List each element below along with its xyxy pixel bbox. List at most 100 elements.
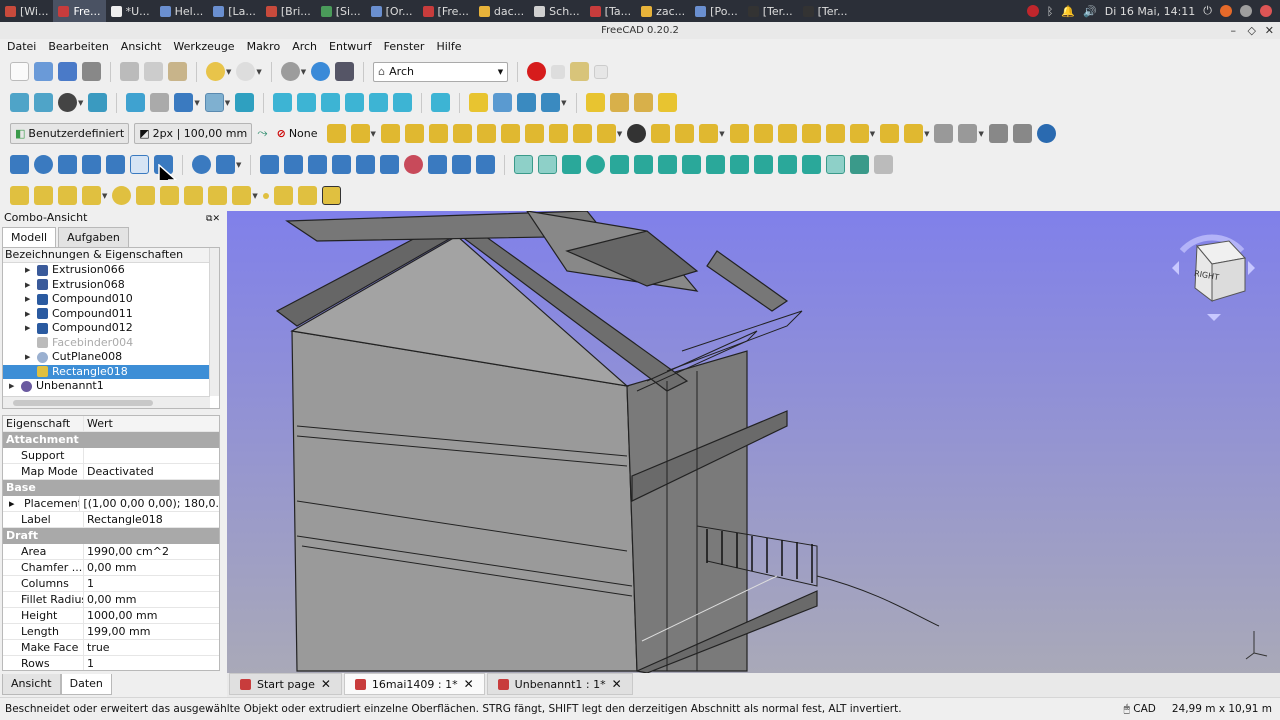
tree-item[interactable]: ▶ Extrusion068: [3, 278, 219, 293]
taskbar-window-15[interactable]: [Ter...: [798, 0, 853, 22]
taskbar-window-14[interactable]: [Ter...: [743, 0, 798, 22]
cut-icon[interactable]: [120, 62, 139, 81]
arch-curtainwall-icon[interactable]: [404, 124, 424, 143]
property-value[interactable]: 1990,00 cm^2: [84, 544, 169, 559]
arch-floor-icon[interactable]: [699, 124, 719, 143]
taskbar-window-3[interactable]: Hel...: [155, 0, 209, 22]
arch-axis-icon[interactable]: [825, 124, 845, 143]
tree-item[interactable]: ▶ Compound011: [3, 307, 219, 322]
move-icon[interactable]: [10, 155, 29, 174]
document-tab[interactable]: 16mai1409 : 1* ✕: [343, 673, 485, 695]
taskbar-window-1[interactable]: Fre...: [53, 0, 106, 22]
view-top-icon[interactable]: [297, 93, 317, 112]
tree-item[interactable]: ▶ CutPlane008: [3, 350, 219, 365]
view-isometric-icon[interactable]: [235, 93, 255, 112]
set-slope-icon[interactable]: [428, 155, 448, 174]
tree-item[interactable]: ▶ Extrusion066: [3, 263, 219, 278]
bluetooth-icon[interactable]: ᛒ: [1047, 5, 1054, 18]
snap-perpendicular-icon[interactable]: [658, 155, 678, 174]
polyline-icon[interactable]: [34, 186, 53, 205]
taskbar-window-12[interactable]: zac...: [636, 0, 690, 22]
open-file-icon[interactable]: [34, 62, 53, 81]
tree-item[interactable]: ▶ Compound010: [3, 292, 219, 307]
expand-arrow-icon[interactable]: ▶: [25, 278, 33, 292]
arch-project-icon[interactable]: [777, 124, 797, 143]
arch-add-icon[interactable]: [934, 124, 954, 143]
bounding-box-icon[interactable]: [88, 93, 108, 112]
property-value[interactable]: 0,00 mm: [84, 560, 136, 575]
menu-entwurf[interactable]: Entwurf: [322, 39, 377, 56]
annotation-style-icon[interactable]: [657, 93, 677, 112]
bspline-icon[interactable]: [208, 186, 228, 205]
shapestring-icon[interactable]: [297, 186, 317, 205]
app-tray-icon[interactable]: [1240, 5, 1252, 17]
make-link-icon[interactable]: [517, 93, 537, 112]
working-plane-button[interactable]: ◧ Benutzerdefiniert: [10, 123, 130, 144]
text-annotation-icon[interactable]: [585, 93, 605, 112]
snap-near-icon[interactable]: [754, 155, 774, 174]
wire-to-bspline-icon[interactable]: [380, 155, 400, 174]
taskbar-window-10[interactable]: Sch...: [529, 0, 585, 22]
minus-icon[interactable]: [1012, 124, 1032, 143]
volume-icon[interactable]: 🔊: [1083, 5, 1097, 18]
autogroup-icon[interactable]: ⤳: [257, 126, 267, 141]
menu-hilfe[interactable]: Hilfe: [429, 39, 466, 56]
menu-makro[interactable]: Makro: [240, 39, 286, 56]
copy-icon[interactable]: [144, 62, 163, 81]
panel-float-close-icon[interactable]: ⧉✕: [206, 212, 220, 226]
tree-item[interactable]: Facebinder004: [3, 336, 219, 351]
close-tab-icon[interactable]: ✕: [612, 677, 622, 691]
property-value[interactable]: [(1,00 0,00 0,00); 180,0...: [80, 496, 219, 511]
arch-building-icon[interactable]: [675, 124, 695, 143]
expand-arrow-icon[interactable]: ▶: [25, 292, 33, 306]
arch-site-icon[interactable]: [651, 124, 671, 143]
snap-special-icon[interactable]: [730, 155, 750, 174]
draw-style-dropdown-icon[interactable]: ▼: [78, 99, 83, 107]
plus-icon[interactable]: [988, 124, 1008, 143]
navigation-style[interactable]: 🖱 CAD: [1124, 703, 1156, 716]
material-dropdown-icon[interactable]: ▼: [924, 130, 929, 138]
label-icon[interactable]: [633, 93, 653, 112]
whats-this-icon[interactable]: [335, 62, 355, 81]
save-icon[interactable]: [58, 62, 77, 81]
snap-parallel-icon[interactable]: [706, 155, 726, 174]
taskbar-window-7[interactable]: [Or...: [366, 0, 418, 22]
clock[interactable]: Di 16 Mai, 14:11: [1105, 5, 1196, 18]
expand-arrow-icon[interactable]: ▸: [9, 497, 18, 510]
power-icon[interactable]: ⏻: [1203, 4, 1212, 18]
facebinder-icon[interactable]: [273, 186, 293, 205]
macro-edit-icon[interactable]: [570, 62, 590, 81]
arch-schedule-icon[interactable]: [880, 124, 900, 143]
point-icon[interactable]: [262, 192, 269, 199]
split-icon[interactable]: [308, 155, 328, 174]
property-row[interactable]: Rows 1: [3, 656, 219, 670]
minimize-button[interactable]: –: [1231, 22, 1237, 39]
dimension-icon[interactable]: [609, 93, 629, 112]
shape-2d-view-icon[interactable]: [476, 155, 496, 174]
snap-midpoint-icon[interactable]: [562, 155, 582, 174]
macro-record-icon[interactable]: [527, 62, 547, 81]
property-row[interactable]: Length 199,00 mm: [3, 624, 219, 640]
taskbar-window-8[interactable]: [Fre...: [418, 0, 474, 22]
document-tab[interactable]: Start page ✕: [229, 673, 342, 695]
clone-icon[interactable]: [192, 155, 211, 174]
subelement-highlight-icon[interactable]: [260, 155, 280, 174]
rectangle-icon[interactable]: [160, 186, 180, 205]
snap-working-plane-icon[interactable]: [826, 155, 846, 174]
arch-panel-icon[interactable]: [524, 124, 544, 143]
arch-stairs-icon[interactable]: [476, 124, 496, 143]
array-dropdown-icon[interactable]: ▼: [236, 161, 241, 169]
forward-icon[interactable]: [150, 93, 170, 112]
snap-angle-icon[interactable]: [610, 155, 630, 174]
arch-window-icon[interactable]: [428, 124, 448, 143]
arch-wall-icon[interactable]: [326, 124, 346, 143]
snap-ortho-icon[interactable]: [778, 155, 798, 174]
arch-survey-icon[interactable]: [1036, 124, 1056, 143]
record-indicator-icon[interactable]: [1026, 5, 1039, 17]
snap-extension-icon[interactable]: [682, 155, 702, 174]
property-row[interactable]: Chamfer ... 0,00 mm: [3, 560, 219, 576]
bezier-icon[interactable]: [232, 186, 252, 205]
circle-icon[interactable]: [112, 186, 132, 205]
menu-werkzeuge[interactable]: Werkzeuge: [166, 39, 239, 56]
offset-icon[interactable]: [106, 155, 125, 174]
